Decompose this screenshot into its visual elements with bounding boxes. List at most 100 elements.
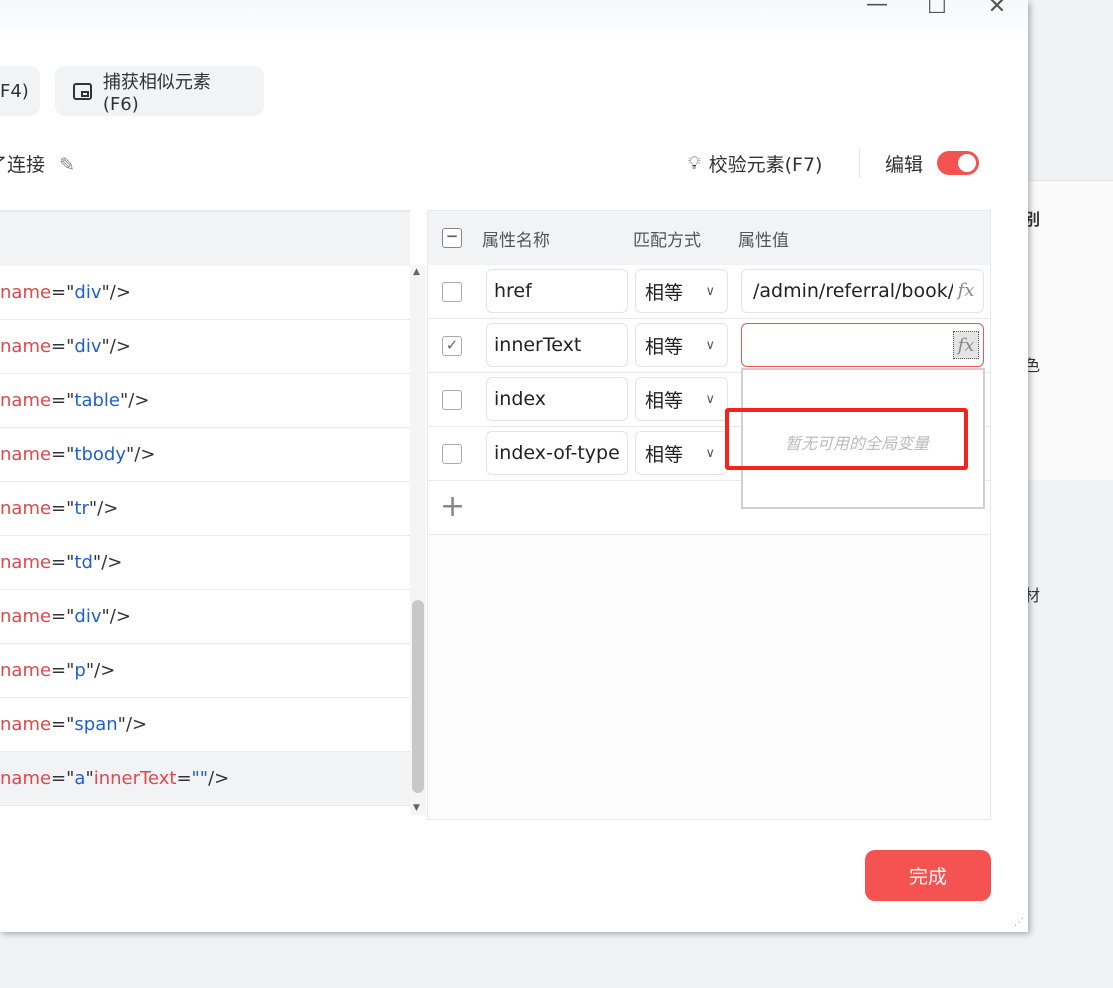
attribute-checkbox[interactable]: ✓ <box>442 336 462 356</box>
tree-node[interactable]: name =" a " innerText = "" /> <box>0 752 410 806</box>
scroll-up-icon[interactable]: ▲ <box>413 267 420 277</box>
match-mode-select[interactable]: 相等 ∨ <box>635 377 728 421</box>
element-tree: name =" div " /> name =" div " /> name =" table " /… <box>0 210 410 820</box>
resize-grip-icon[interactable]: ⋰ <box>1014 917 1024 928</box>
element-name: 了连接 ✎ <box>0 150 75 177</box>
title-bar: — ☐ ✕ <box>0 0 1028 40</box>
attribute-value: /admin/referral/book/ <box>753 280 953 302</box>
tree-scrollbar[interactable]: ▲ ▼ <box>410 265 426 815</box>
attribute-name-input[interactable]: innerText <box>486 323 628 367</box>
attribute-checkbox[interactable] <box>442 390 462 410</box>
match-mode-select[interactable]: 相等 ∨ <box>635 269 728 313</box>
tag-close: /> <box>109 282 131 303</box>
done-button[interactable]: 完成 <box>865 850 991 901</box>
minimize-button[interactable]: — <box>862 0 892 17</box>
tag-close: /> <box>125 714 148 735</box>
chevron-down-icon: ∨ <box>705 283 715 299</box>
select-all-checkbox[interactable]: − <box>442 228 462 248</box>
attribute-value-input[interactable]: fx <box>741 323 984 367</box>
fx-icon[interactable]: fx <box>953 277 979 305</box>
element-editor-dialog: — ☐ ✕ F4) 捕获相似元素(F6) 了连接 ✎ 💡︎ 校验元素(F7) 编辑… <box>0 0 1028 932</box>
tree-node[interactable]: name =" div " /> <box>0 320 410 374</box>
edit-label: 编辑 <box>885 154 924 176</box>
tag-close: /> <box>208 768 230 789</box>
tree-node[interactable]: name =" tr " /> <box>0 482 410 536</box>
attribute-name: innerText <box>494 334 582 356</box>
attr-key: name <box>0 714 52 735</box>
node-name: p <box>74 660 86 681</box>
attr-key: name <box>0 444 52 465</box>
attribute-table-header: − 属性名称 匹配方式 属性值 <box>428 211 990 265</box>
attribute-name: index-of-type <box>494 442 620 464</box>
node-name: tbody <box>74 444 126 465</box>
attribute-checkbox[interactable] <box>442 282 462 302</box>
attr-key: name <box>0 498 52 519</box>
node-name: div <box>74 606 102 627</box>
attr-key: name <box>0 552 52 573</box>
node-name: span <box>74 714 118 735</box>
attribute-name-input[interactable]: index-of-type <box>486 431 628 475</box>
element-name-text: 了连接 <box>0 154 46 176</box>
attr-key: name <box>0 660 52 681</box>
tree-node[interactable]: name =" div " /> <box>0 266 410 320</box>
tree-node[interactable]: name =" table " /> <box>0 374 410 428</box>
add-icon[interactable]: + <box>440 489 465 524</box>
attr-key: name <box>0 390 52 411</box>
tree-node[interactable]: name =" td " /> <box>0 536 410 590</box>
attribute-table: − 属性名称 匹配方式 属性值 href 相等 ∨ /admin/referral/… <box>427 210 991 820</box>
close-button[interactable]: ✕ <box>982 0 1012 19</box>
tag-close: /> <box>134 444 156 465</box>
attribute-value-input[interactable]: /admin/referral/book/fx <box>741 269 984 313</box>
attr-key: innerText <box>93 768 177 789</box>
tree-node[interactable]: name =" div " /> <box>0 590 410 644</box>
chevron-down-icon: ∨ <box>705 445 715 461</box>
header-match: 匹配方式 <box>633 230 701 251</box>
match-mode: 相等 <box>645 281 684 304</box>
lightbulb-icon: 💡︎ <box>688 153 701 174</box>
maximize-button[interactable]: ☐ <box>922 0 952 19</box>
pencil-icon[interactable]: ✎ <box>59 154 75 176</box>
capture-similar-button[interactable]: 捕获相似元素(F6) <box>55 66 264 116</box>
attribute-name-input[interactable]: index <box>486 377 628 421</box>
match-mode-select[interactable]: 相等 ∨ <box>635 431 728 475</box>
scrollbar-thumb[interactable] <box>412 600 424 793</box>
tree-node[interactable]: name =" p " /> <box>0 644 410 698</box>
tree-header <box>0 212 410 266</box>
attr-key: name <box>0 336 52 357</box>
header-name: 属性名称 <box>482 230 550 251</box>
tag-close: /> <box>97 498 119 519</box>
tree-node[interactable]: name =" tbody " /> <box>0 428 410 482</box>
tag-close: /> <box>128 390 150 411</box>
node-name: a <box>74 768 86 789</box>
divider <box>859 148 860 178</box>
tree-node[interactable]: name =" span " /> <box>0 698 410 752</box>
tag-close: /> <box>94 660 116 681</box>
attribute-checkbox[interactable] <box>442 444 462 464</box>
background-card <box>1028 180 1113 480</box>
node-name: td <box>74 552 93 573</box>
toolbar-button-f4[interactable]: F4) <box>0 66 40 116</box>
match-mode-select[interactable]: 相等 ∨ <box>635 323 728 367</box>
attr-key: name <box>0 282 52 303</box>
attr-key: name <box>0 768 52 789</box>
attribute-name-input[interactable]: href <box>486 269 628 313</box>
node-name: tr <box>74 498 89 519</box>
match-mode: 相等 <box>645 443 684 466</box>
header-value: 属性值 <box>738 230 789 251</box>
tag-close: /> <box>101 552 123 573</box>
match-mode: 相等 <box>645 335 684 358</box>
verify-element-label: 校验元素(F7) <box>708 154 823 176</box>
scroll-down-icon[interactable]: ▼ <box>413 803 420 813</box>
tag-close: /> <box>109 336 131 357</box>
fx-icon[interactable]: fx <box>953 331 979 359</box>
node-name: div <box>74 336 102 357</box>
attribute-row: ✓ innerText 相等 ∨ fx <box>428 319 990 373</box>
attr-value: "" <box>191 768 209 789</box>
attribute-name: index <box>494 388 546 410</box>
edit-toggle[interactable] <box>937 151 979 175</box>
toolbar-button-label: F4) <box>0 80 29 102</box>
chevron-down-icon: ∨ <box>705 391 715 407</box>
verify-element-button[interactable]: 💡︎ 校验元素(F7) <box>688 150 822 177</box>
capture-similar-label: 捕获相似元素(F6) <box>102 71 211 115</box>
match-mode: 相等 <box>645 389 684 412</box>
